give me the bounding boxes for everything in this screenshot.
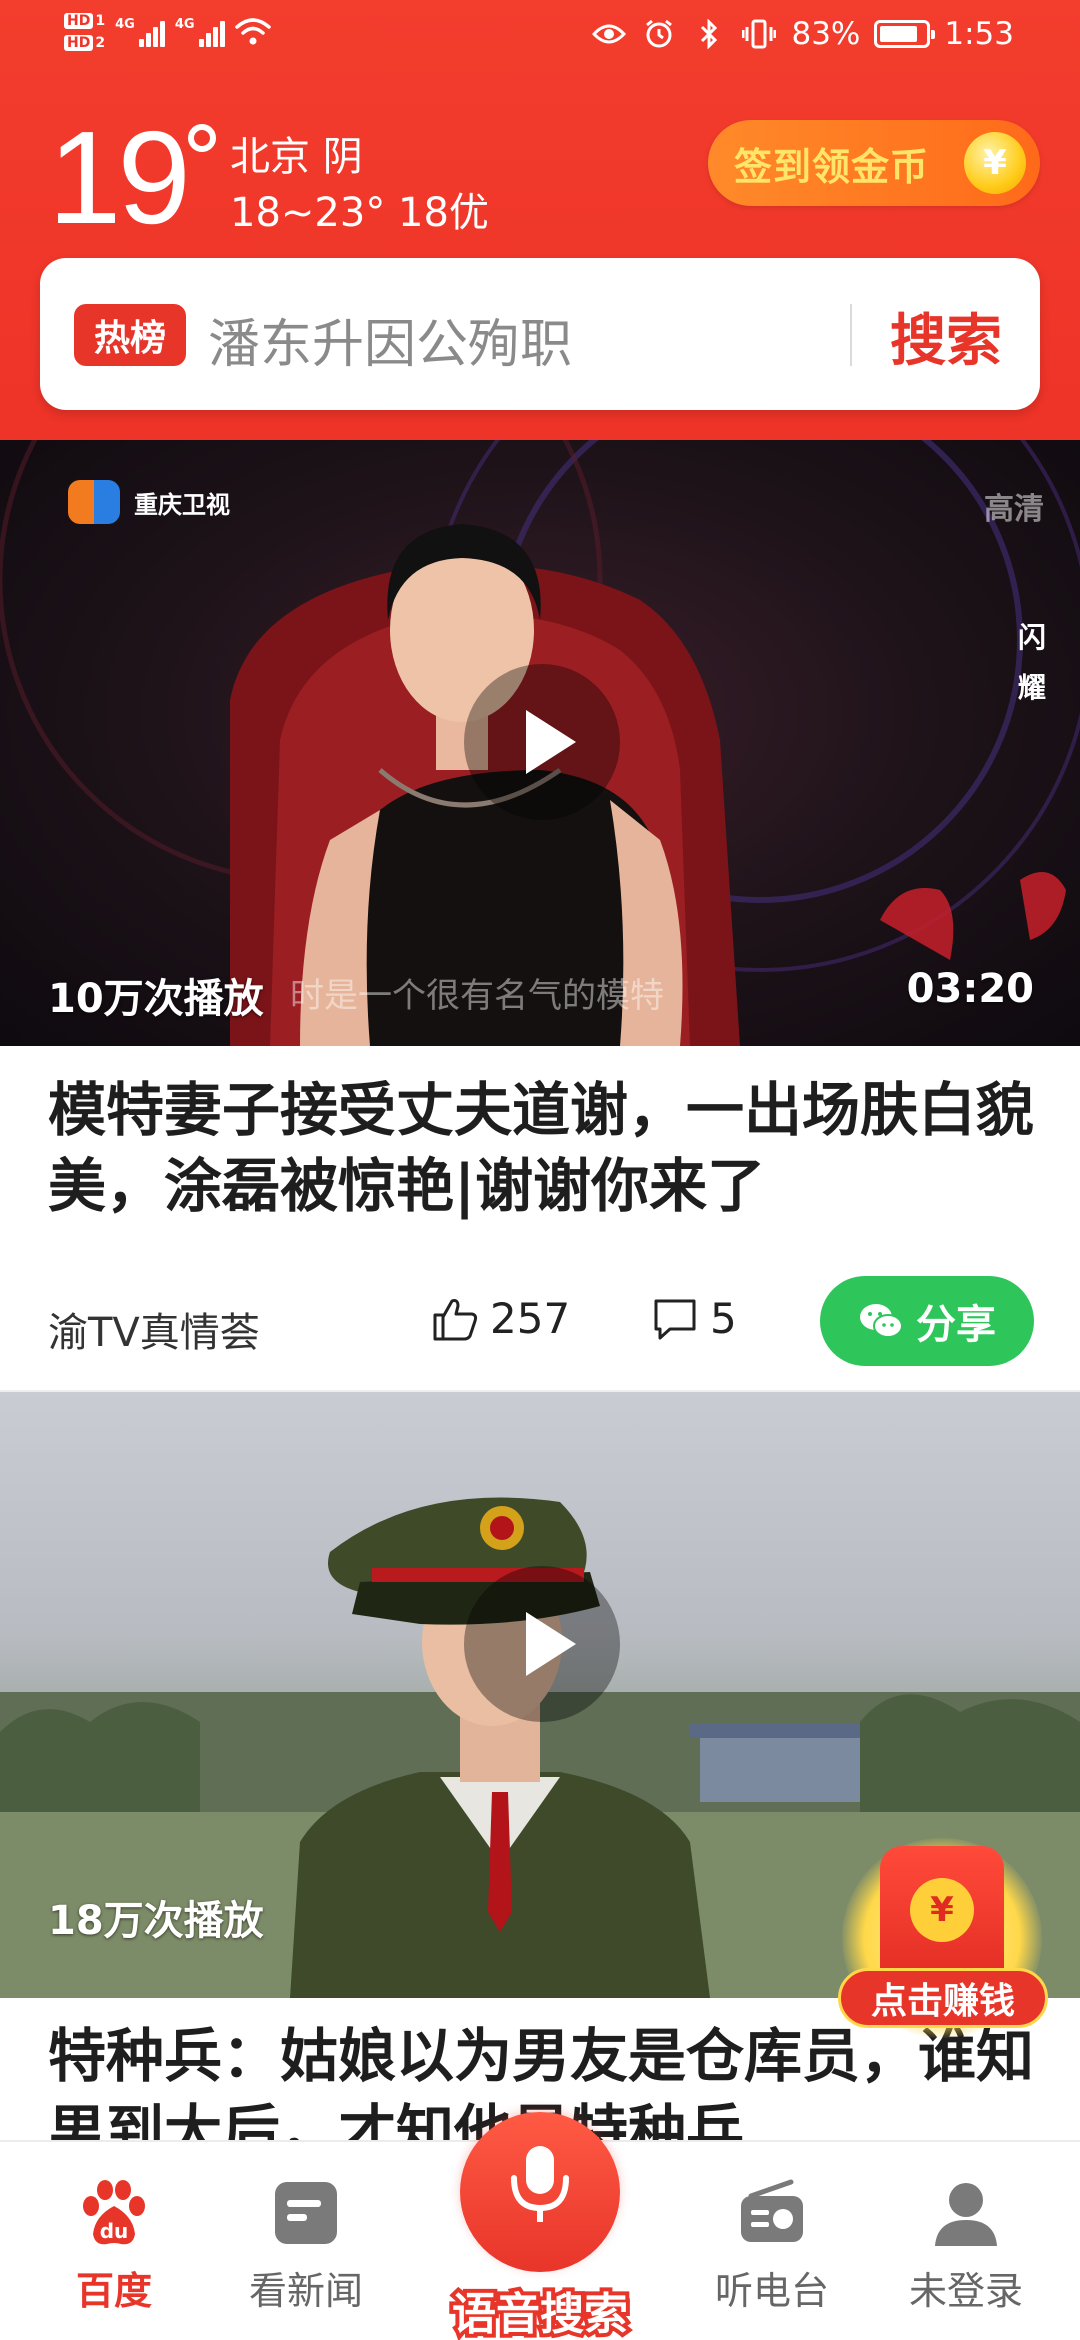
search-button[interactable]: 搜索	[890, 296, 1002, 377]
video-duration: 03:20	[906, 966, 1034, 1012]
nav-radio[interactable]: 听电台	[682, 2176, 862, 2315]
search-bar[interactable]: 热榜 潘东升因公殉职 搜索	[40, 258, 1040, 410]
sim-indicators: HD 1 HD 2	[64, 12, 105, 52]
battery-icon	[874, 20, 936, 48]
nav-label-radio: 听电台	[714, 2269, 829, 2313]
nav-label-voice-search[interactable]: 语音搜索	[440, 2278, 640, 2340]
side-tag-1: 闪	[1017, 621, 1046, 654]
weather-range-aqi: 18~23° 18优	[230, 190, 489, 236]
sim2-hd-icon: HD 2	[64, 34, 105, 52]
status-right: 83% 1:53	[591, 16, 1014, 52]
thumbs-up-icon	[433, 1298, 478, 1340]
nav-label-news: 看新闻	[248, 2269, 363, 2313]
clock-time: 1:53	[944, 16, 1014, 52]
nav-login[interactable]: 未登录	[876, 2176, 1056, 2315]
alarm-icon	[641, 16, 677, 52]
nav-label-baidu: 百度	[75, 2269, 152, 2313]
search-input[interactable]: 潘东升因公殉职	[208, 302, 572, 377]
signal-2-icon: 4G	[175, 17, 225, 47]
article-source[interactable]: 渝TV真情荟	[48, 1300, 260, 1358]
channel-logo: 重庆卫视	[68, 480, 230, 524]
nav-baidu[interactable]: du 百度	[24, 2176, 204, 2315]
signin-label: 签到领金币	[734, 144, 930, 189]
hd-watermark: 高清	[984, 492, 1044, 527]
status-bar: HD 1 HD 2 4G 4G 83% 1:53	[0, 0, 1080, 76]
radio-icon	[735, 2176, 809, 2250]
article-meta-1: 渝TV真情荟 257 5 分享	[0, 1276, 1080, 1386]
vibrate-icon	[741, 16, 777, 52]
weather-city-condition: 北京 阴	[230, 134, 363, 180]
search-divider	[850, 304, 852, 366]
comment-count: 5	[710, 1294, 737, 1343]
like-count: 257	[490, 1294, 571, 1343]
baidu-paw-icon: du	[77, 2176, 151, 2250]
yuan-coin-icon: ¥	[910, 1878, 974, 1942]
news-icon	[269, 2176, 343, 2250]
channel-name: 重庆卫视	[134, 490, 230, 519]
eye-icon	[591, 16, 627, 52]
red-envelope-reward-button[interactable]: ¥ 点击赚钱	[838, 1838, 1048, 2048]
status-left: HD 1 HD 2 4G 4G	[64, 12, 271, 52]
user-avatar-icon	[929, 2176, 1003, 2250]
nav-label-login: 未登录	[908, 2269, 1023, 2313]
bluetooth-icon	[691, 16, 727, 52]
temperature: 19	[48, 104, 191, 251]
comment-button[interactable]: 5	[652, 1294, 737, 1343]
voice-search-button[interactable]	[460, 2112, 620, 2272]
gold-coin-icon: ¥	[964, 132, 1026, 194]
wechat-share-button[interactable]: 分享	[820, 1276, 1034, 1366]
comment-icon	[654, 1299, 696, 1339]
article-title-1[interactable]: 模特妻子接受丈夫道谢，一出场肤白貌美，涂磊被惊艳|谢谢你来了	[48, 1072, 1038, 1224]
like-button[interactable]: 257	[432, 1294, 570, 1343]
signin-coin-button[interactable]: 签到领金币 ¥	[708, 120, 1040, 206]
nav-news[interactable]: 看新闻	[216, 2176, 396, 2315]
play-button-icon[interactable]	[464, 1566, 620, 1722]
battery-percent: 83%	[791, 16, 861, 52]
microphone-icon	[511, 2146, 569, 2222]
side-tag-2: 耀	[1017, 671, 1046, 704]
play-button-icon[interactable]	[464, 664, 620, 820]
share-label: 分享	[916, 1302, 996, 1348]
play-count: 18万次播放	[48, 1898, 264, 1944]
video-thumbnail-1[interactable]: 重庆卫视 高清 闪 耀 时是一个很有名气的模特 10万次播放 03:20	[0, 440, 1080, 1046]
svg-text:du: du	[100, 2219, 129, 2243]
hot-list-badge[interactable]: 热榜	[74, 304, 186, 366]
wifi-icon	[234, 17, 271, 47]
degree-icon	[188, 124, 216, 152]
play-count: 10万次播放	[48, 976, 264, 1022]
header: HD 1 HD 2 4G 4G 83% 1:53 19 北京 阴 18~23° …	[0, 0, 1080, 440]
wechat-icon	[860, 1304, 903, 1338]
envelope-label: 点击赚钱	[838, 1968, 1048, 2028]
signal-1-icon: 4G	[115, 17, 165, 47]
channel-logo-icon	[68, 480, 120, 524]
video-subtitle: 时是一个很有名气的模特	[290, 976, 664, 1016]
sim1-hd-icon: HD 1	[64, 12, 105, 30]
bottom-nav: du 百度 看新闻 语音搜索 听电台 未登录	[0, 2112, 1080, 2340]
battery-fill	[880, 26, 917, 42]
